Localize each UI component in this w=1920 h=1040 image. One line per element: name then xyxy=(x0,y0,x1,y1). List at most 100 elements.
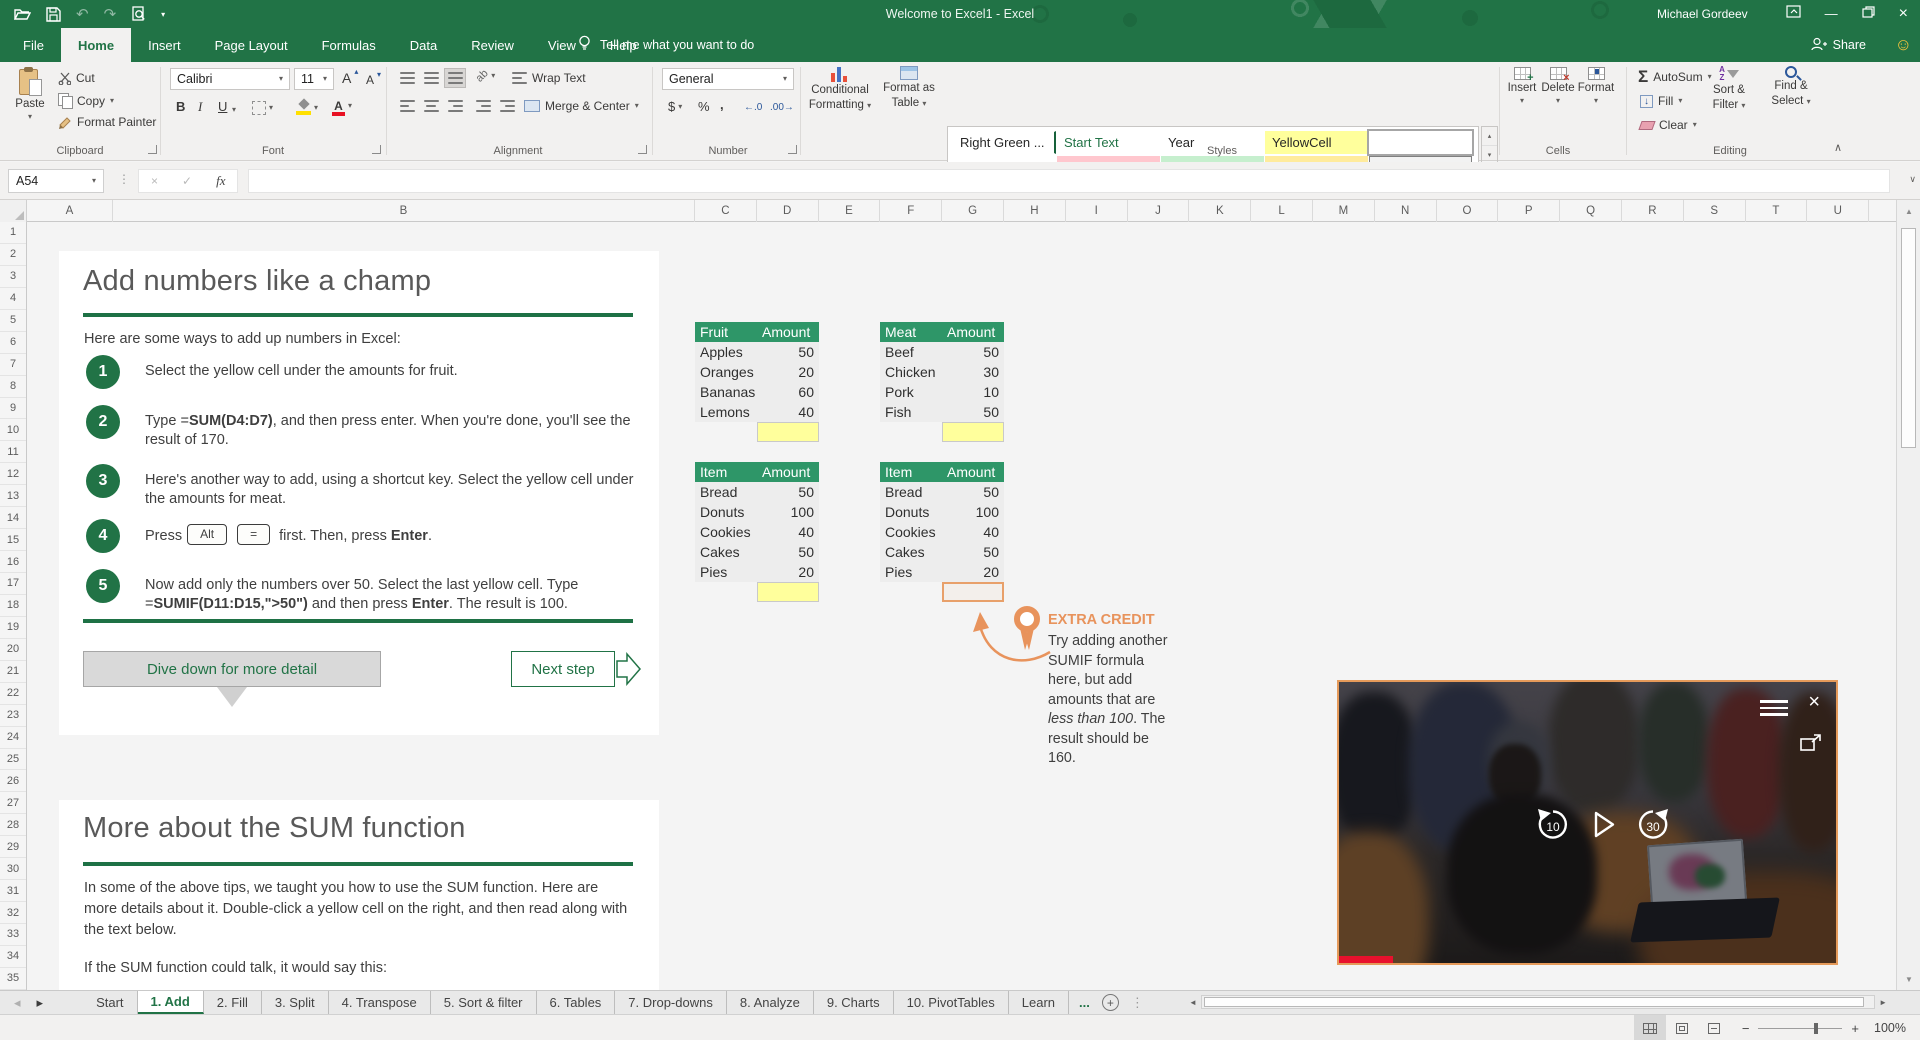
underline-button[interactable]: U xyxy=(218,99,227,114)
video-close-icon[interactable]: × xyxy=(1808,692,1820,712)
close-icon[interactable]: × xyxy=(1899,0,1908,28)
video-popout-icon[interactable] xyxy=(1800,734,1822,757)
data-cell[interactable]: Bread xyxy=(695,482,757,502)
find-select-button[interactable]: Find & Select ▾ xyxy=(1762,66,1820,108)
row-header-34[interactable]: 34 xyxy=(0,946,26,968)
row-header-24[interactable]: 24 xyxy=(0,727,26,749)
row-header-4[interactable]: 4 xyxy=(0,288,26,310)
row-header-6[interactable]: 6 xyxy=(0,332,26,354)
confirm-entry-icon[interactable]: ✓ xyxy=(182,174,192,188)
header-cell[interactable]: Fruit xyxy=(695,322,757,342)
data-cell[interactable]: Lemons xyxy=(695,402,757,422)
column-header-J[interactable]: J xyxy=(1128,200,1190,222)
data-cell[interactable]: Oranges xyxy=(695,362,757,382)
row-header-10[interactable]: 10 xyxy=(0,419,26,442)
column-header-L[interactable]: L xyxy=(1251,200,1313,222)
column-header-D[interactable]: D xyxy=(757,200,819,222)
grow-font-button[interactable]: A ▴ xyxy=(342,68,358,87)
accounting-format-button[interactable]: $ ▾ xyxy=(668,99,682,114)
data-cell[interactable]: Pies xyxy=(880,562,942,582)
row-header-33[interactable]: 33 xyxy=(0,924,26,946)
row-header-9[interactable]: 9 xyxy=(0,398,26,420)
fill-color-button[interactable]: ▾ xyxy=(296,100,318,115)
sort-filter-button[interactable]: AZ Sort & Filter ▾ xyxy=(1700,66,1758,112)
scroll-up-icon[interactable]: ▲ xyxy=(1897,200,1920,222)
comma-style-button[interactable]: , xyxy=(720,97,724,112)
data-cell[interactable]: 20 xyxy=(757,362,819,382)
select-all-corner[interactable] xyxy=(0,200,27,222)
column-header-R[interactable]: R xyxy=(1622,200,1684,222)
percent-style-button[interactable]: % xyxy=(698,99,710,114)
data-cell[interactable]: Cookies xyxy=(695,522,757,542)
italic-button[interactable]: I xyxy=(198,99,202,115)
row-header-35[interactable]: 35 xyxy=(0,968,26,990)
data-cell[interactable]: 100 xyxy=(757,502,819,522)
column-header-H[interactable]: H xyxy=(1004,200,1066,222)
column-header-A[interactable]: A xyxy=(27,200,113,222)
data-cell[interactable]: 100 xyxy=(942,502,1004,522)
ribbon-tab-review[interactable]: Review xyxy=(454,28,531,62)
yellow-formula-cell[interactable] xyxy=(757,582,819,602)
column-header-U[interactable]: U xyxy=(1807,200,1870,222)
format-cells-button[interactable]: Format ▾ xyxy=(1572,67,1620,105)
expand-formula-bar-icon[interactable]: ∨ xyxy=(1909,174,1916,185)
font-color-button[interactable]: A ▾ xyxy=(332,99,352,116)
share-button[interactable]: Share xyxy=(1811,28,1866,62)
increase-indent-button[interactable] xyxy=(496,96,518,116)
header-cell[interactable]: Meat xyxy=(880,322,942,342)
row-header-31[interactable]: 31 xyxy=(0,880,26,903)
align-right-button[interactable] xyxy=(444,96,466,116)
column-header-E[interactable]: E xyxy=(819,200,881,222)
qat-customize-icon[interactable]: ▾ xyxy=(161,10,165,19)
fill-button[interactable]: ↓ Fill ▾ xyxy=(1640,94,1682,108)
yellow-formula-cell[interactable] xyxy=(942,422,1004,442)
row-header-15[interactable]: 15 xyxy=(0,529,26,552)
ribbon-tab-home[interactable]: Home xyxy=(60,28,132,62)
data-cell[interactable]: Chicken xyxy=(880,362,942,382)
data-cell[interactable]: 30 xyxy=(942,362,1004,382)
top-align-button[interactable] xyxy=(396,68,418,88)
data-cell[interactable]: Donuts xyxy=(880,502,942,522)
ribbon-tab-formulas[interactable]: Formulas xyxy=(305,28,393,62)
column-header-S[interactable]: S xyxy=(1684,200,1746,222)
sheet-tab-6-tables[interactable]: 6. Tables xyxy=(537,991,616,1014)
collapse-ribbon-icon[interactable]: ∧ xyxy=(1834,141,1842,154)
column-header-T[interactable]: T xyxy=(1746,200,1808,222)
row-header-19[interactable]: 19 xyxy=(0,617,26,639)
video-progress-bar[interactable] xyxy=(1339,956,1393,963)
tab-overflow-ellipsis[interactable]: ... xyxy=(1079,995,1090,1010)
data-cell[interactable]: Cookies xyxy=(880,522,942,542)
column-header-I[interactable]: I xyxy=(1066,200,1128,222)
sheet-tab-1-add[interactable]: 1. Add xyxy=(137,991,204,1014)
number-format-select[interactable]: General ▾ xyxy=(662,68,794,90)
row-header-21[interactable]: 21 xyxy=(0,661,26,683)
data-cell[interactable]: 50 xyxy=(942,402,1004,422)
cell-style-right-green-[interactable]: Right Green ... xyxy=(953,131,1056,154)
row-header-29[interactable]: 29 xyxy=(0,836,26,859)
feedback-smiley-icon[interactable]: ☺ xyxy=(1895,28,1912,62)
format-painter-button[interactable]: Format Painter xyxy=(58,115,156,129)
row-header-23[interactable]: 23 xyxy=(0,705,26,727)
gallery-up-icon[interactable]: ▴ xyxy=(1482,127,1497,146)
normal-view-button[interactable] xyxy=(1634,1015,1666,1040)
sheet-tab-learn[interactable]: Learn xyxy=(1009,991,1070,1014)
row-header-12[interactable]: 12 xyxy=(0,463,26,486)
header-cell[interactable]: Item xyxy=(880,462,942,482)
row-header-30[interactable]: 30 xyxy=(0,858,26,881)
formula-input[interactable] xyxy=(248,169,1890,193)
cell-style-blank[interactable] xyxy=(1367,129,1474,156)
row-header-25[interactable]: 25 xyxy=(0,749,26,771)
scroll-right-icon[interactable]: ► xyxy=(1875,998,1891,1007)
clear-button[interactable]: Clear ▾ xyxy=(1638,118,1697,132)
video-menu-icon[interactable] xyxy=(1760,696,1788,720)
open-icon[interactable] xyxy=(14,7,31,21)
column-header-K[interactable]: K xyxy=(1189,200,1252,222)
data-cell[interactable]: Pies xyxy=(695,562,757,582)
row-header-32[interactable]: 32 xyxy=(0,902,26,924)
vertical-scrollbar[interactable]: ▲ ▼ xyxy=(1896,200,1920,990)
wrap-text-button[interactable]: Wrap Text xyxy=(512,71,586,85)
row-header-16[interactable]: 16 xyxy=(0,551,26,573)
row-header-14[interactable]: 14 xyxy=(0,507,26,530)
decrease-decimal-button[interactable]: .00→ xyxy=(770,102,794,113)
shrink-font-button[interactable]: A ▾ xyxy=(366,71,381,88)
